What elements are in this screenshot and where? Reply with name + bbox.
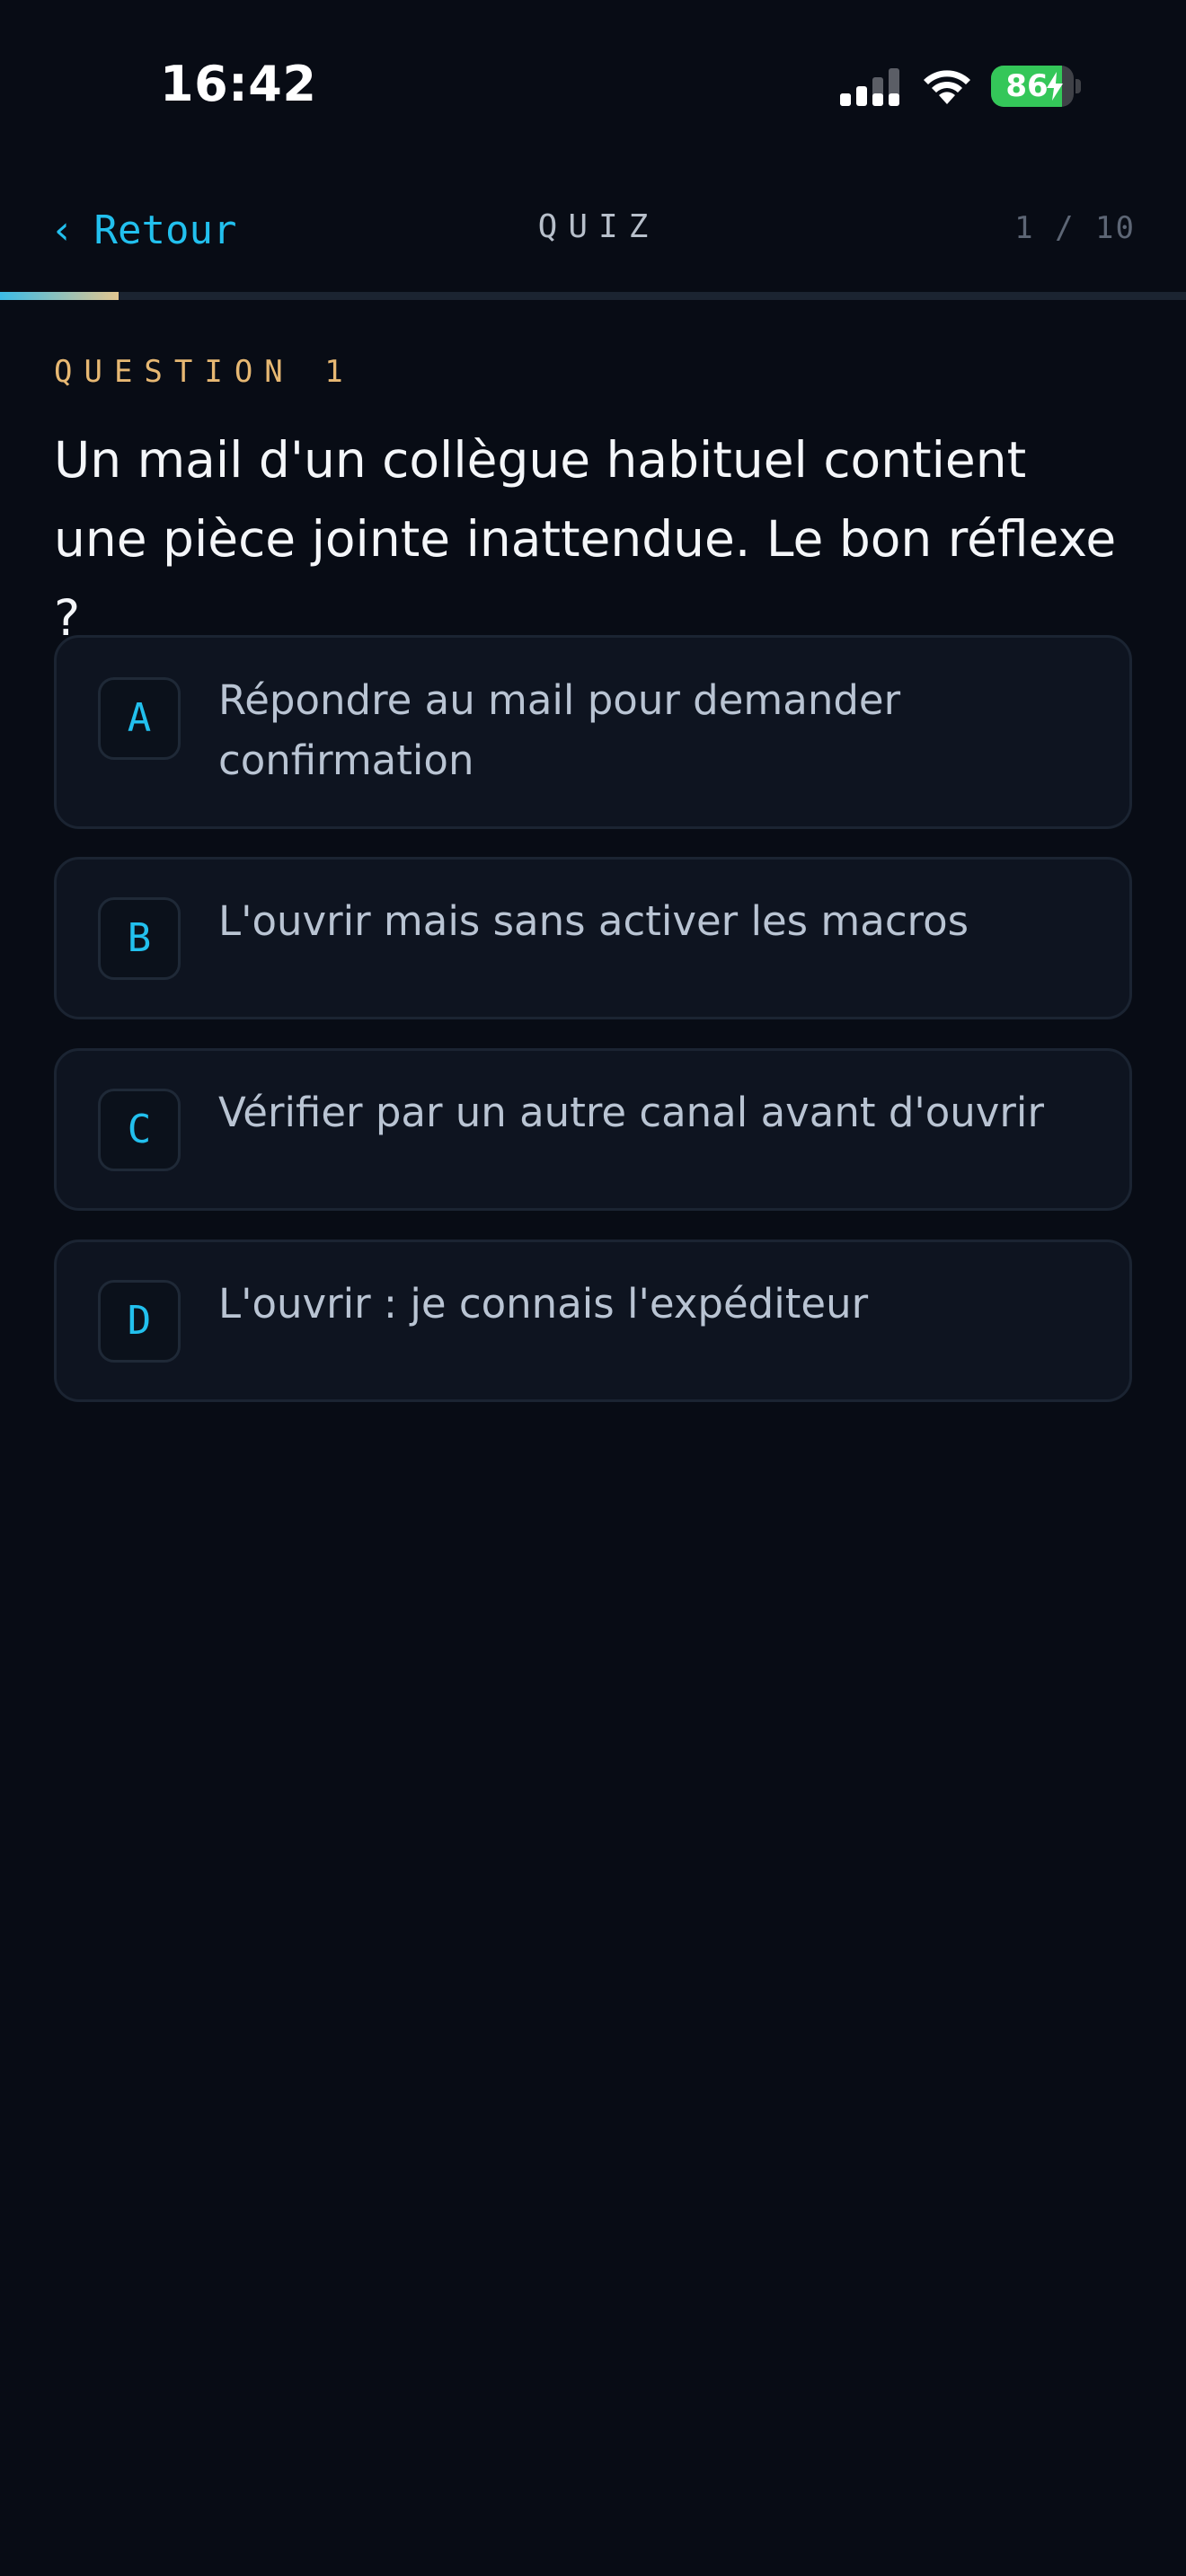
battery-icon: 86 bbox=[991, 66, 1081, 107]
wifi-icon bbox=[924, 70, 970, 104]
battery-body: 86 bbox=[991, 66, 1074, 107]
answer-letter: C bbox=[98, 1089, 181, 1171]
answer-letter: A bbox=[98, 677, 181, 760]
answer-letter: B bbox=[98, 897, 181, 980]
answer-option-b[interactable]: B L'ouvrir mais sans activer les macros bbox=[54, 857, 1132, 1019]
answer-text: Répondre au mail pour demander confirmat… bbox=[218, 676, 901, 784]
answer-letter: D bbox=[98, 1280, 181, 1363]
progress-fill bbox=[0, 292, 119, 300]
signal-icon bbox=[840, 68, 899, 106]
answer-text: L'ouvrir mais sans activer les macros bbox=[218, 897, 969, 945]
question-counter: 1 / 10 bbox=[1014, 210, 1136, 246]
question-text: Un mail d'un collègue habituel contient … bbox=[54, 431, 1117, 647]
answer-option-c[interactable]: C Vérifier par un autre canal avant d'ou… bbox=[54, 1048, 1132, 1211]
question-kicker: QUESTION 1 bbox=[54, 354, 355, 390]
answer-text: L'ouvrir : je connais l'expéditeur bbox=[218, 1280, 869, 1328]
status-time: 16:42 bbox=[160, 56, 317, 112]
answer-text: Vérifier par un autre canal avant d'ouvr… bbox=[218, 1089, 1044, 1136]
page-title: QUIZ bbox=[537, 208, 659, 245]
progress-bar bbox=[0, 292, 1186, 300]
answer-option-a[interactable]: A Répondre au mail pour demander confirm… bbox=[54, 635, 1132, 829]
bolt-icon bbox=[1047, 72, 1063, 101]
battery-cap bbox=[1075, 79, 1081, 93]
nav-header: ‹ Retour QUIZ 1 / 10 bbox=[0, 180, 1186, 278]
status-bar: 16:42 86 bbox=[0, 0, 1186, 171]
answer-option-d[interactable]: D L'ouvrir : je connais l'expéditeur bbox=[54, 1239, 1132, 1402]
